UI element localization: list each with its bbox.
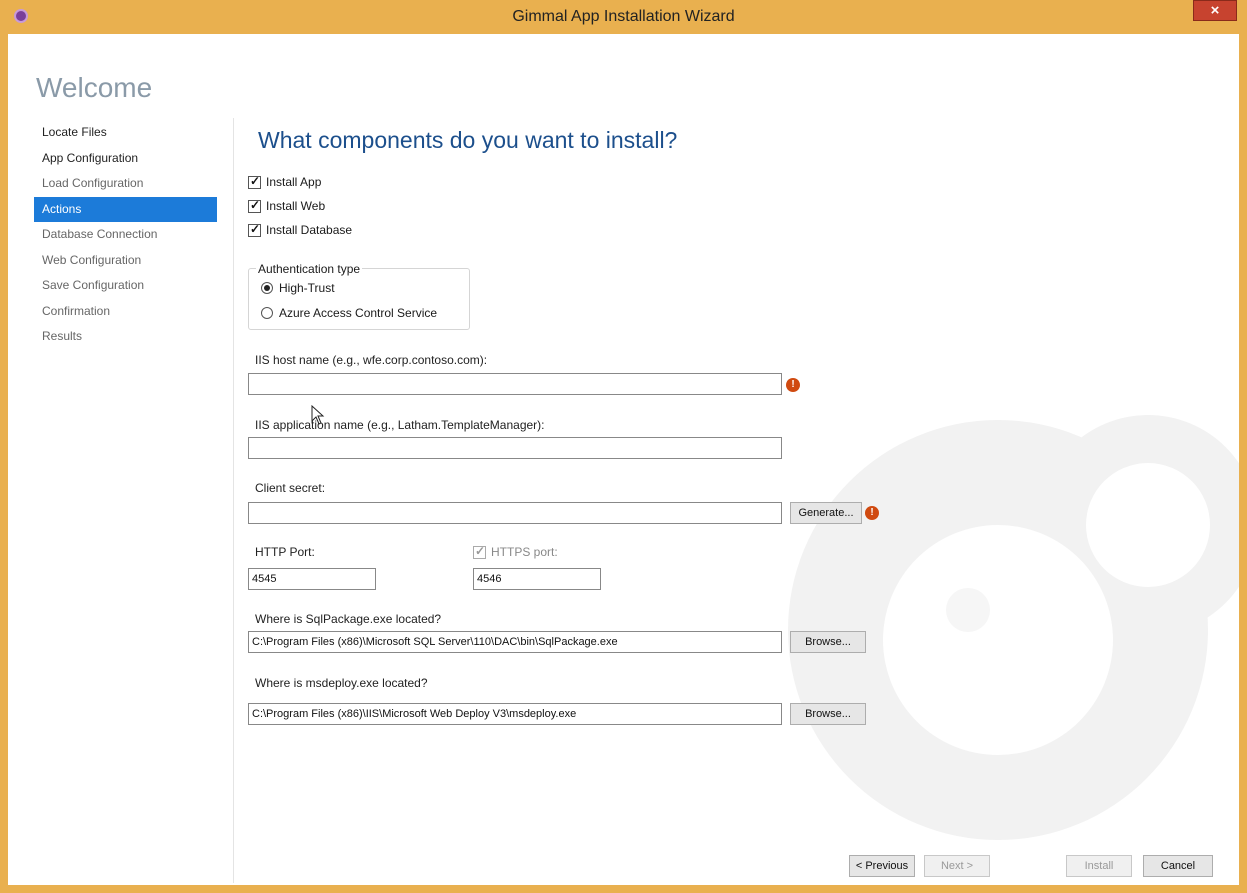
msdeploy-browse-button[interactable]: Browse... <box>790 703 866 725</box>
radio-high-trust[interactable]: High-Trust <box>261 281 335 295</box>
nav-divider <box>233 118 234 883</box>
https-port-checkbox[interactable]: HTTPS port: <box>473 544 558 559</box>
authentication-type-group: Authentication type High-Trust Azure Acc… <box>248 262 470 330</box>
install-database-label: Install Database <box>266 223 353 237</box>
http-port-input[interactable]: 4545 <box>248 568 376 590</box>
authentication-type-legend: Authentication type <box>256 262 363 276</box>
step-navigation: Locate Files App Configuration Load Conf… <box>34 120 217 350</box>
radio-azure-acs-label: Azure Access Control Service <box>279 306 438 320</box>
client-secret-label: Client secret: <box>255 481 326 495</box>
radio-azure-acs[interactable]: Azure Access Control Service <box>261 306 437 320</box>
nav-item-database-connection[interactable]: Database Connection <box>34 222 217 248</box>
checkbox-checked-icon <box>473 544 486 559</box>
iis-app-label: IIS application name (e.g., Latham.Templ… <box>255 418 545 432</box>
iis-host-input[interactable] <box>248 373 782 395</box>
cancel-button[interactable]: Cancel <box>1143 855 1213 877</box>
install-app-checkbox[interactable]: Install App <box>248 174 322 189</box>
install-web-label: Install Web <box>266 199 326 213</box>
msdeploy-path-input[interactable]: C:\Program Files (x86)\IIS\Microsoft Web… <box>248 703 782 725</box>
nav-item-app-configuration[interactable]: App Configuration <box>34 146 217 172</box>
nav-item-load-configuration[interactable]: Load Configuration <box>34 171 217 197</box>
title-bar: Gimmal App Installation Wizard × <box>8 0 1239 34</box>
install-app-label: Install App <box>266 175 322 189</box>
mouse-pointer-icon <box>311 405 325 425</box>
warning-icon: ! <box>865 506 879 520</box>
close-button[interactable]: × <box>1193 0 1237 21</box>
radio-high-trust-label: High-Trust <box>279 281 335 295</box>
nav-item-actions[interactable]: Actions <box>34 196 217 222</box>
radio-selected-icon <box>261 282 273 294</box>
sqlpackage-path-input[interactable]: C:\Program Files (x86)\Microsoft SQL Ser… <box>248 631 782 653</box>
warning-icon: ! <box>786 378 800 392</box>
http-port-label: HTTP Port: <box>255 545 315 559</box>
wizard-window: Gimmal App Installation Wizard × Welcome… <box>0 0 1247 893</box>
radio-unselected-icon <box>261 307 273 319</box>
checkbox-checked-icon <box>248 174 261 189</box>
https-port-label: HTTPS port: <box>491 545 558 559</box>
install-database-checkbox[interactable]: Install Database <box>248 222 353 237</box>
msdeploy-label: Where is msdeploy.exe located? <box>255 676 428 690</box>
next-button[interactable]: Next > <box>924 855 990 877</box>
previous-button[interactable]: < Previous <box>849 855 915 877</box>
page-heading: What components do you want to install? <box>258 127 678 153</box>
iis-host-label: IIS host name (e.g., wfe.corp.contoso.co… <box>255 353 488 367</box>
nav-item-locate-files[interactable]: Locate Files <box>34 120 217 146</box>
page-welcome-title: Welcome <box>36 72 153 103</box>
nav-item-results[interactable]: Results <box>34 324 217 350</box>
checkbox-checked-icon <box>248 198 261 213</box>
iis-app-input[interactable] <box>248 437 782 459</box>
nav-item-web-configuration[interactable]: Web Configuration <box>34 248 217 274</box>
nav-item-save-configuration[interactable]: Save Configuration <box>34 273 217 299</box>
sqlpackage-label: Where is SqlPackage.exe located? <box>255 612 442 626</box>
window-title: Gimmal App Installation Wizard <box>512 8 735 25</box>
client-secret-input[interactable] <box>248 502 782 524</box>
nav-item-confirmation[interactable]: Confirmation <box>34 299 217 325</box>
install-button[interactable]: Install <box>1066 855 1132 877</box>
https-port-input[interactable]: 4546 <box>473 568 601 590</box>
checkbox-checked-icon <box>248 222 261 237</box>
install-web-checkbox[interactable]: Install Web <box>248 198 326 213</box>
generate-button[interactable]: Generate... <box>790 502 862 524</box>
sqlpackage-browse-button[interactable]: Browse... <box>790 631 866 653</box>
